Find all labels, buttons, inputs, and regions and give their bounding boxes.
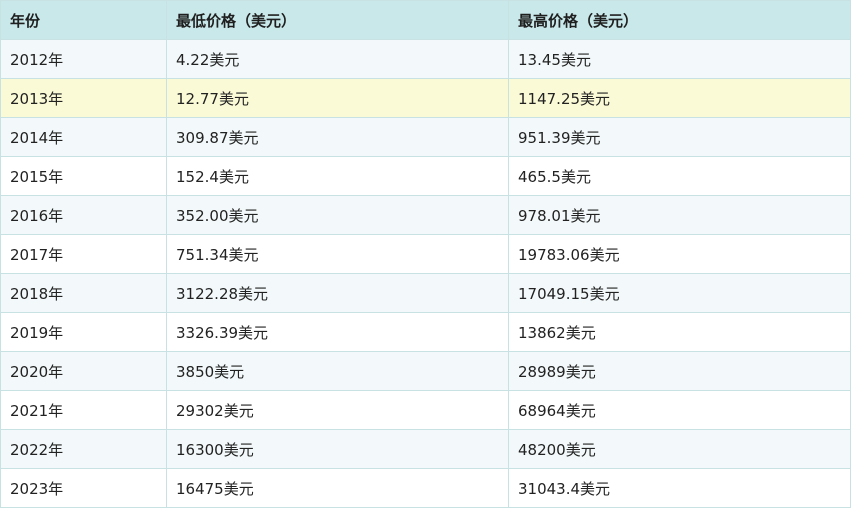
table-row: 2020年 3850美元 28989美元 bbox=[0, 351, 851, 391]
table-row: 2012年 4.22美元 13.45美元 bbox=[0, 39, 851, 79]
cell-min-price: 751.34美元 bbox=[166, 234, 509, 274]
cell-min-price: 12.77美元 bbox=[166, 78, 509, 118]
table-row: 2018年 3122.28美元 17049.15美元 bbox=[0, 273, 851, 313]
cell-year: 2015年 bbox=[0, 156, 167, 196]
cell-max-price: 68964美元 bbox=[508, 390, 851, 430]
cell-year: 2016年 bbox=[0, 195, 167, 235]
cell-year: 2012年 bbox=[0, 39, 167, 79]
table-header: 年份 最低价格（美元） 最高价格（美元） bbox=[0, 0, 851, 40]
cell-year: 2018年 bbox=[0, 273, 167, 313]
table-row: 2023年 16475美元 31043.4美元 bbox=[0, 468, 851, 508]
cell-min-price: 152.4美元 bbox=[166, 156, 509, 196]
cell-max-price: 17049.15美元 bbox=[508, 273, 851, 313]
cell-min-price: 29302美元 bbox=[166, 390, 509, 430]
cell-max-price: 19783.06美元 bbox=[508, 234, 851, 274]
cell-max-price: 465.5美元 bbox=[508, 156, 851, 196]
table-row: 2017年 751.34美元 19783.06美元 bbox=[0, 234, 851, 274]
header-min-price: 最低价格（美元） bbox=[166, 0, 509, 40]
cell-year: 2014年 bbox=[0, 117, 167, 157]
cell-year: 2013年 bbox=[0, 78, 167, 118]
cell-year: 2017年 bbox=[0, 234, 167, 274]
price-table: 年份 最低价格（美元） 最高价格（美元） 2012年 4.22美元 13.45美… bbox=[0, 0, 851, 508]
table-row: 2019年 3326.39美元 13862美元 bbox=[0, 312, 851, 352]
cell-year: 2020年 bbox=[0, 351, 167, 391]
cell-min-price: 3122.28美元 bbox=[166, 273, 509, 313]
cell-max-price: 31043.4美元 bbox=[508, 468, 851, 508]
header-year: 年份 bbox=[0, 0, 167, 40]
cell-max-price: 48200美元 bbox=[508, 429, 851, 469]
cell-min-price: 3850美元 bbox=[166, 351, 509, 391]
cell-max-price: 13862美元 bbox=[508, 312, 851, 352]
table-row: 2014年 309.87美元 951.39美元 bbox=[0, 117, 851, 157]
cell-max-price: 978.01美元 bbox=[508, 195, 851, 235]
cell-min-price: 16300美元 bbox=[166, 429, 509, 469]
cell-year: 2022年 bbox=[0, 429, 167, 469]
cell-min-price: 352.00美元 bbox=[166, 195, 509, 235]
table-row: 2022年 16300美元 48200美元 bbox=[0, 429, 851, 469]
table-row: 2021年 29302美元 68964美元 bbox=[0, 390, 851, 430]
table-row-highlighted: 2013年 12.77美元 1147.25美元 bbox=[0, 78, 851, 118]
cell-min-price: 4.22美元 bbox=[166, 39, 509, 79]
cell-max-price: 951.39美元 bbox=[508, 117, 851, 157]
table-row: 2016年 352.00美元 978.01美元 bbox=[0, 195, 851, 235]
cell-year: 2019年 bbox=[0, 312, 167, 352]
table-body: 2012年 4.22美元 13.45美元 2013年 12.77美元 1147.… bbox=[0, 39, 851, 508]
table-row: 2015年 152.4美元 465.5美元 bbox=[0, 156, 851, 196]
cell-min-price: 309.87美元 bbox=[166, 117, 509, 157]
header-row: 年份 最低价格（美元） 最高价格（美元） bbox=[0, 0, 851, 40]
cell-max-price: 28989美元 bbox=[508, 351, 851, 391]
price-table-container: 年份 最低价格（美元） 最高价格（美元） 2012年 4.22美元 13.45美… bbox=[0, 0, 851, 509]
cell-max-price: 13.45美元 bbox=[508, 39, 851, 79]
header-max-price: 最高价格（美元） bbox=[508, 0, 851, 40]
cell-year: 2023年 bbox=[0, 468, 167, 508]
cell-min-price: 16475美元 bbox=[166, 468, 509, 508]
cell-year: 2021年 bbox=[0, 390, 167, 430]
cell-min-price: 3326.39美元 bbox=[166, 312, 509, 352]
cell-max-price: 1147.25美元 bbox=[508, 78, 851, 118]
